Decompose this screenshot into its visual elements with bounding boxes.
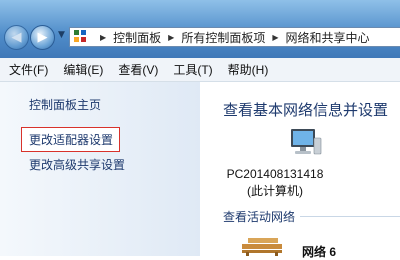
sidebar-link-home[interactable]: 控制面板主页 <box>29 96 101 113</box>
network-name[interactable]: 网络 6 <box>302 243 336 260</box>
computer-subtitle: (此计算机) <box>247 184 303 198</box>
page-title: 查看基本网络信息并设置 <box>223 102 389 119</box>
active-networks-heading: 查看活动网络 <box>223 210 296 224</box>
control-panel-icon <box>74 30 90 44</box>
menu-bar: 文件(F) 编辑(E) 查看(V) 工具(T) 帮助(H) <box>0 58 400 82</box>
sidebar-link-adapter-settings[interactable]: 更改适配器设置 <box>21 127 121 152</box>
menu-edit[interactable]: 编辑(E) <box>63 61 103 78</box>
sidebar-link-sharing-settings[interactable]: 更改高级共享设置 <box>29 156 125 173</box>
forward-button[interactable]: ▶ <box>30 25 55 50</box>
computer-icon <box>291 129 322 155</box>
menu-view[interactable]: 查看(V) <box>118 61 158 78</box>
section-divider <box>300 216 400 217</box>
breadcrumb-network-center[interactable]: 网络和共享中心 <box>286 29 370 46</box>
breadcrumb-all-items[interactable]: 所有控制面板项 <box>181 29 265 46</box>
address-bar[interactable]: ▶ 控制面板 ▶ 所有控制面板项 ▶ 网络和共享中心 <box>69 27 400 47</box>
menu-help[interactable]: 帮助(H) <box>228 61 269 78</box>
breadcrumb-control-panel[interactable]: 控制面板 <box>113 29 161 46</box>
back-button[interactable]: ◀ <box>4 25 29 50</box>
chevron-right-icon[interactable]: ▶ <box>272 33 278 42</box>
network-bench-icon <box>242 238 282 256</box>
main-panel: 查看基本网络信息并设置 PC201408131418 (此计算机) 查看活动网络… <box>200 82 400 259</box>
recent-pages-dropdown-icon[interactable]: ▼ <box>58 30 65 40</box>
window-title-bar: ◀ ▶ ▼ ▶ 控制面板 ▶ 所有控制面板项 ▶ 网络和共享中心 <box>0 0 400 58</box>
sidebar: 控制面板主页 更改适配器设置 更改高级共享设置 <box>0 82 200 256</box>
menu-file[interactable]: 文件(F) <box>9 61 48 78</box>
computer-name: PC201408131418 <box>226 167 324 181</box>
chevron-right-icon[interactable]: ▶ <box>168 33 174 42</box>
menu-tools[interactable]: 工具(T) <box>173 61 212 78</box>
chevron-right-icon[interactable]: ▶ <box>100 33 106 42</box>
